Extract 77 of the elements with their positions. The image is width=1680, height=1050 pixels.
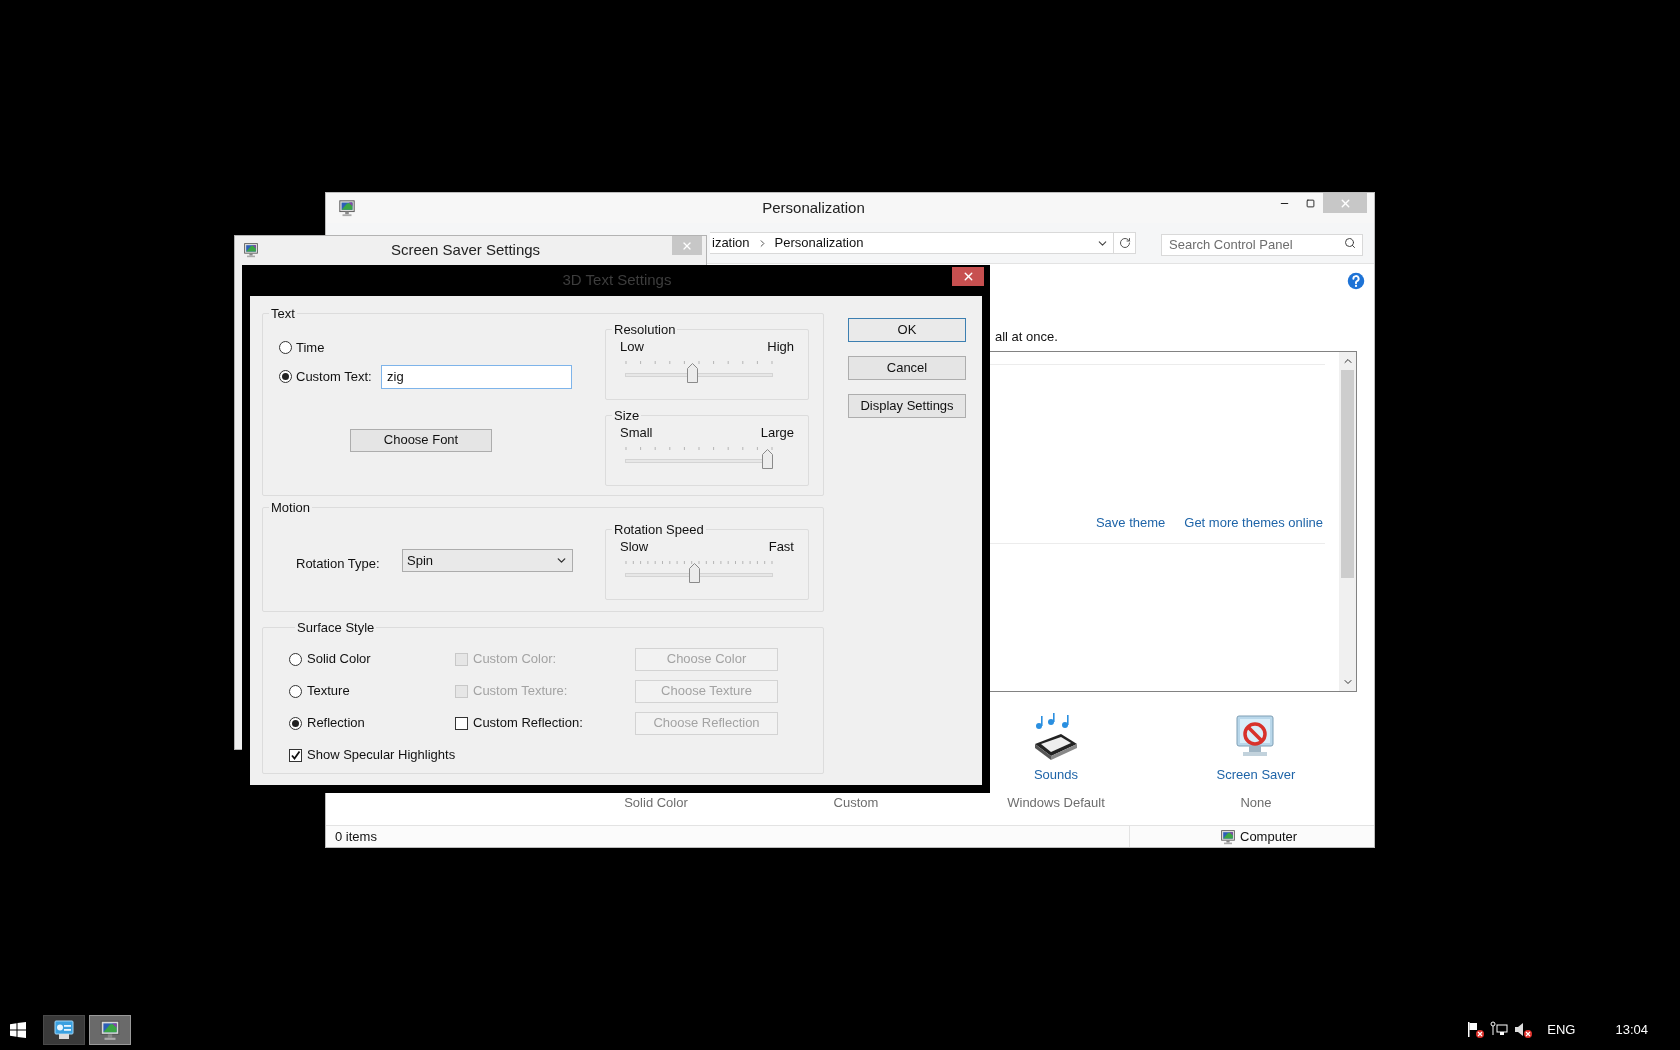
dialog-button[interactable]: Display Settings (848, 394, 966, 418)
setting-value: None (1240, 793, 1272, 812)
radio-label: Solid Color (307, 650, 371, 669)
checkbox-label: Show Specular Highlights (307, 746, 456, 765)
close-button[interactable] (952, 267, 984, 286)
slider-thumb[interactable] (762, 449, 773, 469)
checkbox[interactable] (289, 748, 302, 762)
clock[interactable]: 13:04 (1615, 1020, 1648, 1040)
maximize-icon (1305, 198, 1315, 208)
radio-label: Custom Text: (296, 367, 373, 386)
setting-link[interactable]: Screen Saver (1216, 764, 1296, 793)
address-bar[interactable]: ization Personalization (710, 232, 1114, 254)
dialog-button[interactable]: OK (848, 318, 966, 342)
group-title: Surface Style (296, 619, 376, 637)
slider-min-label: Low (620, 339, 644, 355)
flag-icon[interactable] (1465, 1020, 1486, 1040)
radio-button[interactable] (289, 652, 302, 666)
group-title: Size (613, 406, 641, 425)
slider-track[interactable] (625, 562, 773, 584)
slider-max-label: High (767, 339, 794, 355)
choose-font-button[interactable]: Choose Font (350, 428, 492, 452)
breadcrumb-item[interactable]: Personalization (774, 233, 864, 253)
group-title: Rotation Speed (613, 520, 705, 539)
taskbar-button[interactable] (43, 1015, 85, 1045)
radio-button[interactable] (279, 370, 292, 383)
help-icon[interactable] (1347, 272, 1365, 290)
dialog-title: 3D Text Settings (561, 270, 673, 291)
window-title: Screen Saver Settings (389, 239, 542, 260)
group-title: Text (270, 305, 296, 323)
more-themes-link[interactable]: Get more themes online (1184, 512, 1323, 532)
window-icon (338, 199, 356, 217)
rotation-type-dropdown[interactable]: Spin (402, 549, 573, 572)
slider-min-label: Slow (620, 539, 649, 555)
setting-value: Solid Color (624, 793, 688, 812)
slider-min-label: Small (620, 425, 653, 441)
refresh-icon (1118, 237, 1131, 249)
group-title: Motion (270, 499, 312, 517)
window-title: Personalization (761, 197, 866, 218)
slider-track[interactable] (625, 362, 773, 384)
control-panel-icon (52, 1019, 76, 1041)
refresh-button[interactable] (1114, 232, 1136, 254)
save-theme-link[interactable]: Save theme (1095, 512, 1166, 532)
setting-link[interactable]: Sounds (1033, 764, 1079, 793)
setting-value: Windows Default (1007, 793, 1105, 812)
window-icon (243, 242, 259, 258)
breadcrumb-item[interactable]: ization (712, 233, 750, 253)
taskbar-button[interactable] (89, 1015, 131, 1045)
search-field[interactable]: Search Control Panel (1161, 233, 1363, 256)
slider-thumb[interactable] (689, 563, 701, 583)
checkbox-label: Custom Color: (473, 650, 557, 669)
language-indicator[interactable]: ENG (1547, 1020, 1576, 1040)
field-label: Rotation Type: (296, 554, 381, 573)
monitor-icon (99, 1019, 121, 1041)
radio-label: Time (296, 338, 325, 357)
group-title: Resolution (613, 320, 677, 339)
radio-button[interactable] (289, 716, 302, 730)
setting-value: Custom (833, 793, 879, 812)
radio-label: Reflection (307, 714, 365, 733)
checkbox[interactable] (455, 716, 468, 730)
speaker-icon[interactable] (1513, 1020, 1534, 1040)
start-icon[interactable] (10, 1022, 26, 1038)
radio-button[interactable] (289, 684, 302, 698)
scrollbar[interactable] (1339, 351, 1356, 691)
intro-text: all at once. (995, 329, 1058, 344)
slider-max-label: Fast (768, 539, 794, 555)
checkbox-label: Custom Reflection: (473, 714, 583, 733)
radio-button[interactable] (279, 341, 292, 354)
slider-max-label: Large (760, 425, 794, 441)
slider-thumb[interactable] (686, 363, 698, 383)
search-icon[interactable] (1344, 237, 1356, 249)
custom-text-field[interactable]: zig (381, 364, 572, 389)
radio-label: Texture (307, 682, 350, 701)
slider-track[interactable] (625, 448, 773, 470)
item-count: 0 items (335, 827, 377, 846)
dialog-button[interactable]: Cancel (848, 356, 966, 380)
checkbox-label: Custom Texture: (473, 682, 568, 701)
status-location: Computer (1240, 827, 1298, 846)
